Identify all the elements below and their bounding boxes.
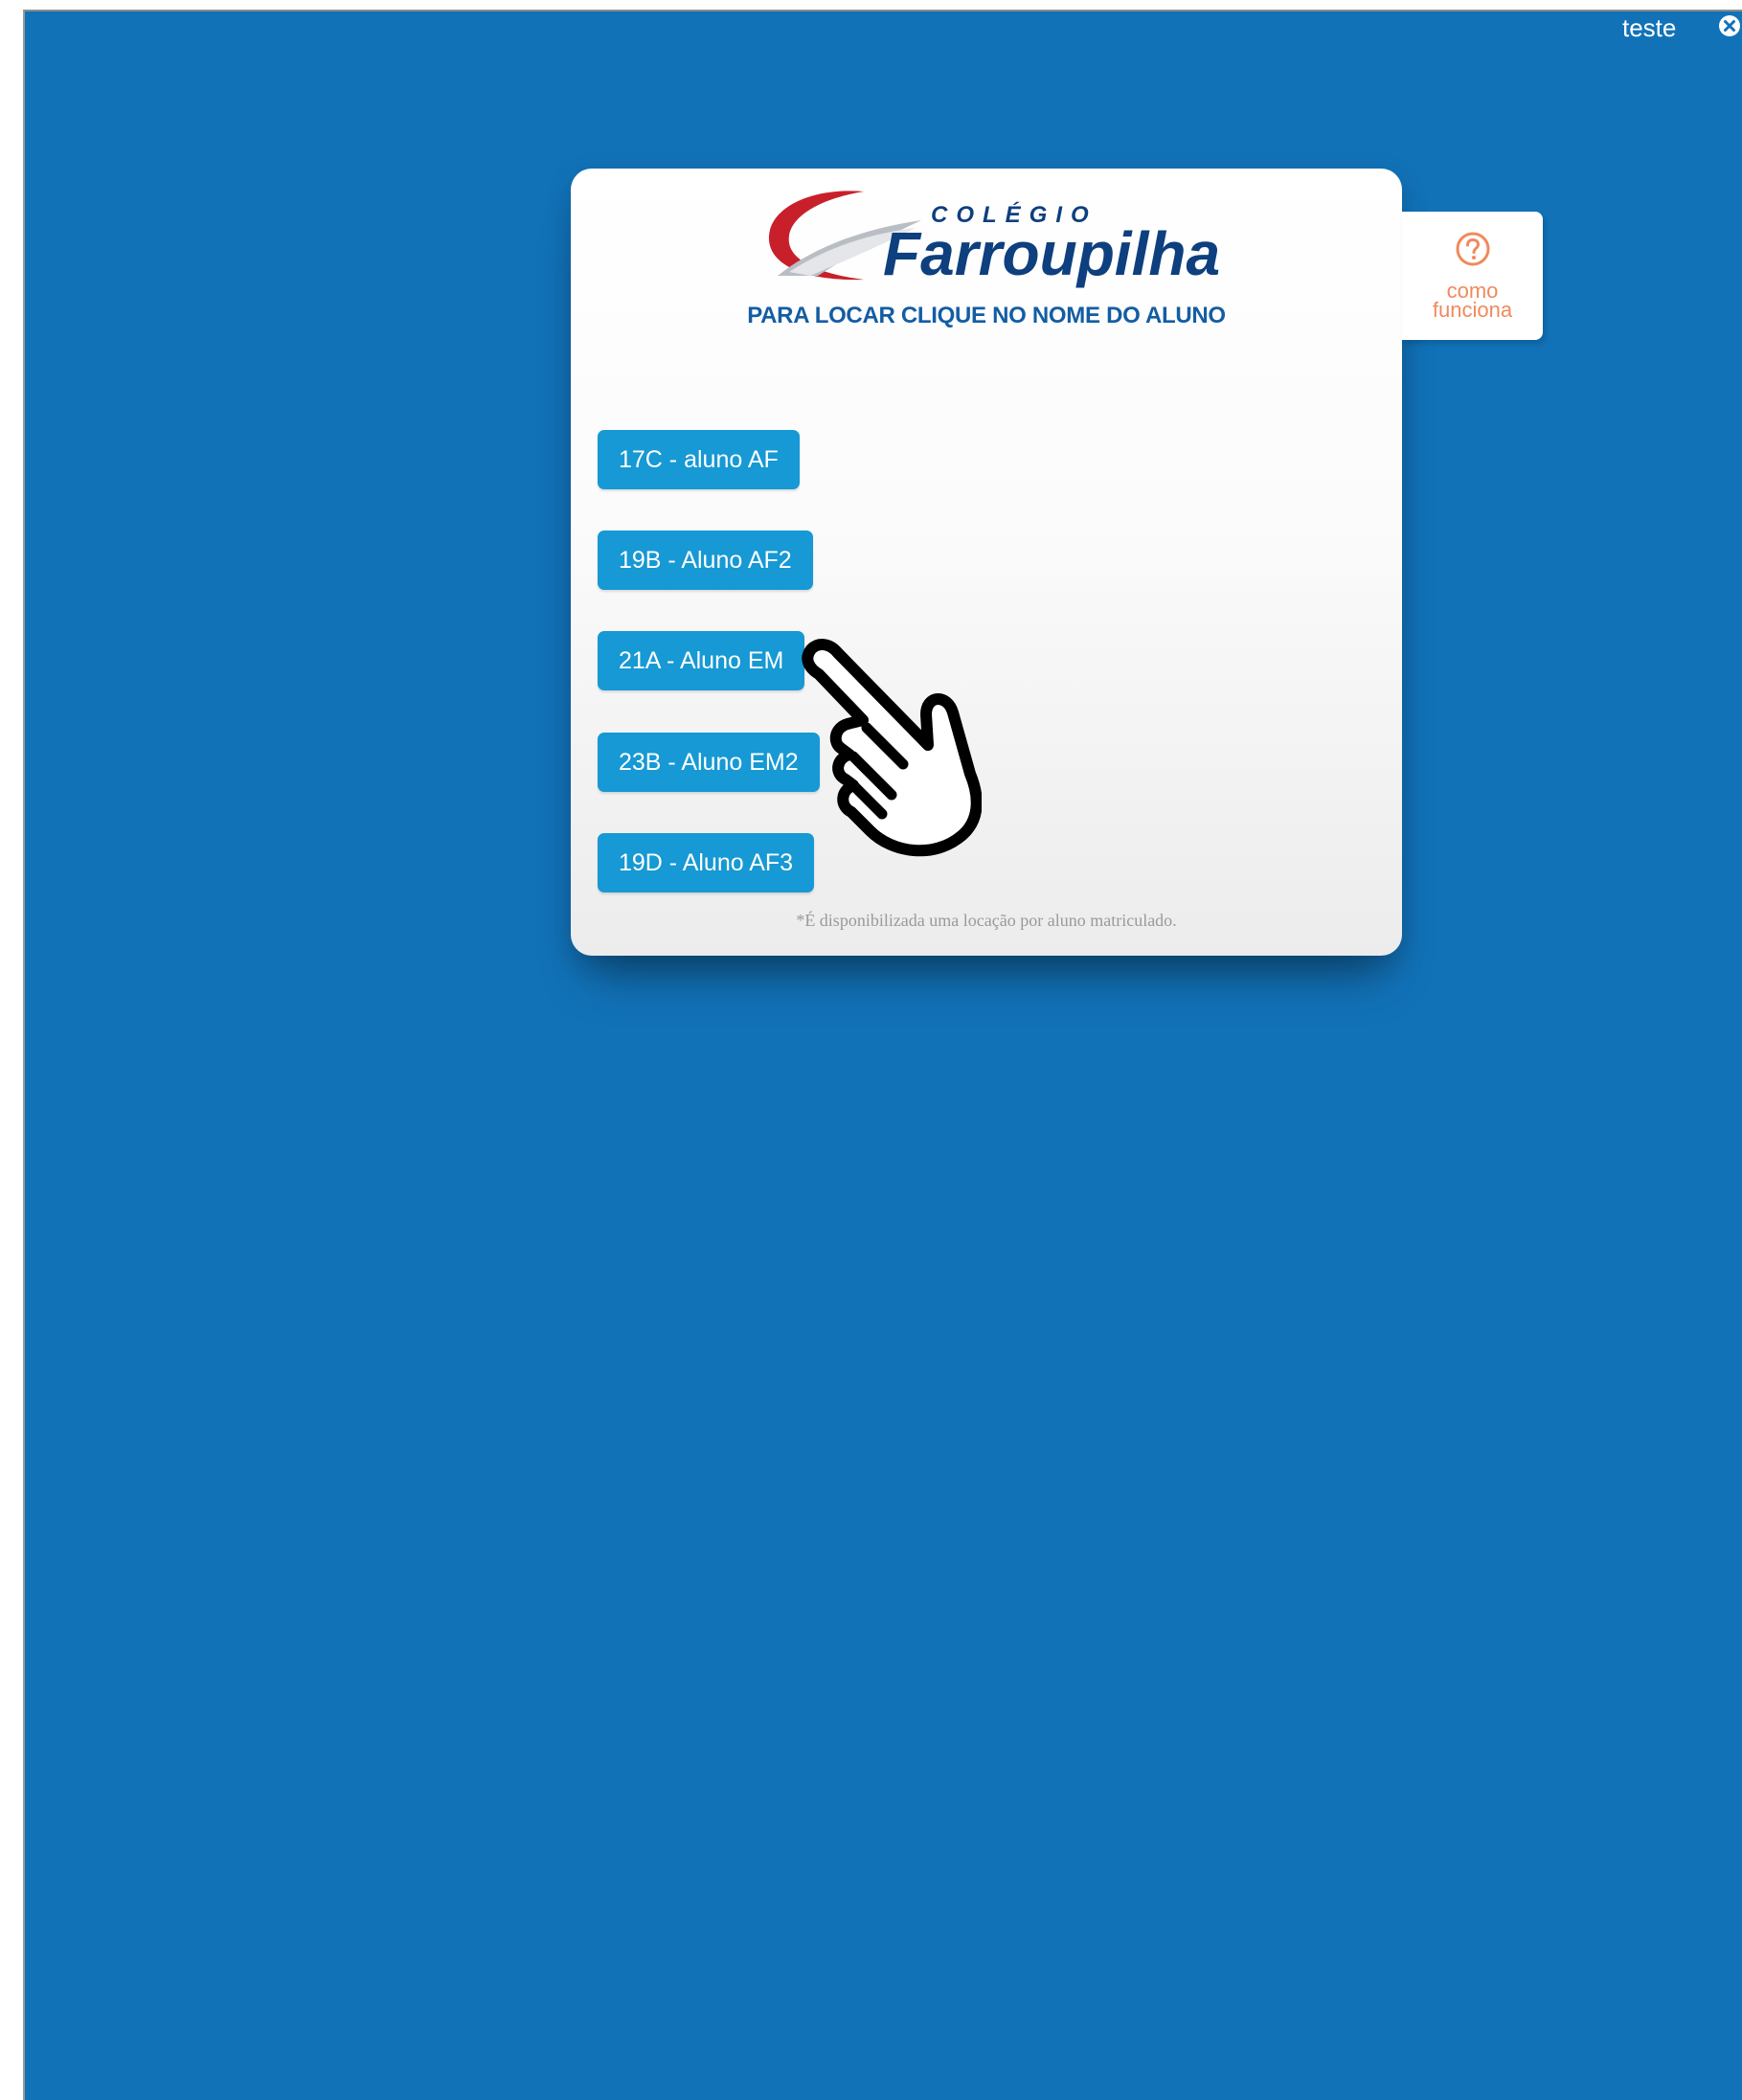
- availability-note: *É disponibilizada uma locação por aluno…: [796, 911, 1177, 930]
- student-button-23b[interactable]: 23B - Aluno EM2: [598, 733, 820, 792]
- student-button-17c[interactable]: 17C - aluno AF: [598, 430, 800, 489]
- user-name: teste: [1622, 13, 1677, 42]
- colegio-farroupilha-logo: COLÉGIO Farroupilha: [768, 191, 1220, 288]
- hand-pointer-icon: [802, 639, 982, 857]
- question-circle-icon: [1456, 232, 1490, 266]
- instruction-title: PARA LOCAR CLIQUE NO NOME DO ALUNO: [747, 303, 1226, 328]
- student-button-19b[interactable]: 19B - Aluno AF2: [598, 531, 813, 590]
- student-button-21a[interactable]: 21A - Aluno EM: [598, 631, 805, 690]
- how-it-works-button[interactable]: como funciona: [1402, 212, 1543, 340]
- student-selection-card: COLÉGIO Farroupilha PARA LOCAR CLIQUE NO…: [571, 169, 1402, 956]
- student-button-19d[interactable]: 19D - Aluno AF3: [598, 833, 815, 892]
- logo-brand-text: Farroupilha: [883, 219, 1220, 288]
- help-label-line2: funciona: [1432, 298, 1513, 322]
- close-circle-icon[interactable]: [1717, 13, 1742, 38]
